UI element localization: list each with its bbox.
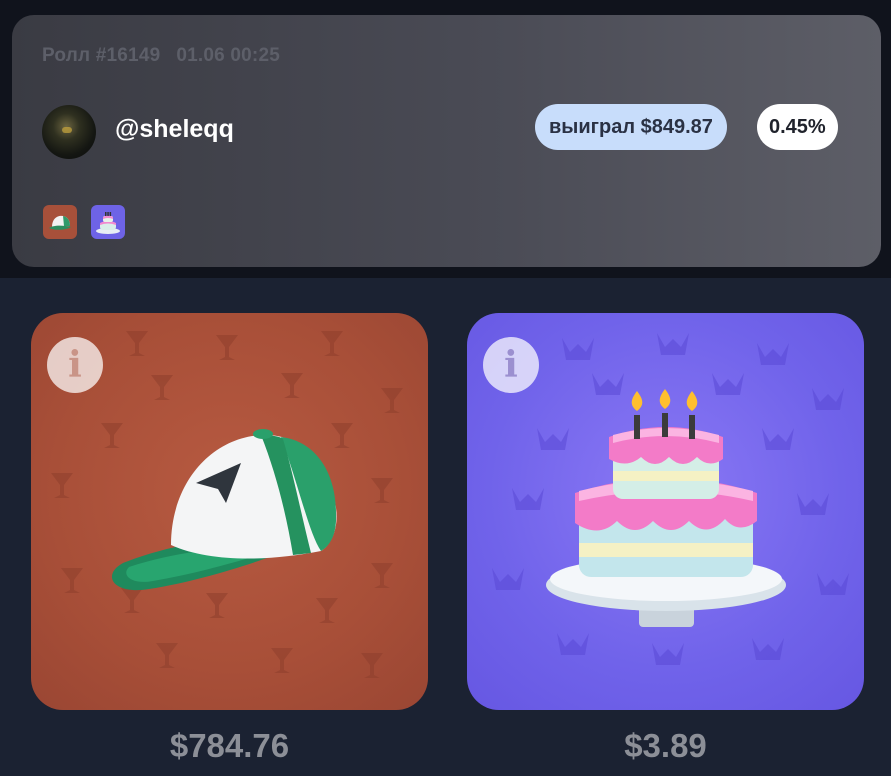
item-price-cap: $784.76 [169,727,290,764]
roll-meta: Ролл #16149 01.06 00:25 [42,45,280,67]
win-amount-badge: выиграл $849.87 [535,104,727,150]
username[interactable]: @sheleqq [115,115,234,144]
mini-cap-icon [43,205,77,239]
roll-number: Ролл #16149 [42,45,161,66]
info-icon[interactable]: i [47,337,103,393]
item-price-cake: $3.89 [624,727,707,764]
roll-datetime: 01.06 00:25 [176,45,280,66]
info-icon[interactable]: i [483,337,539,393]
roll-card[interactable]: Ролл #16149 01.06 00:25 @sheleqq выиграл … [12,15,881,267]
mini-cake-icon [91,205,125,239]
item-card-cap[interactable]: i [31,313,428,710]
avatar[interactable] [42,105,96,159]
chance-badge: 0.45% [757,104,838,150]
item-card-cake[interactable]: i [467,313,864,710]
